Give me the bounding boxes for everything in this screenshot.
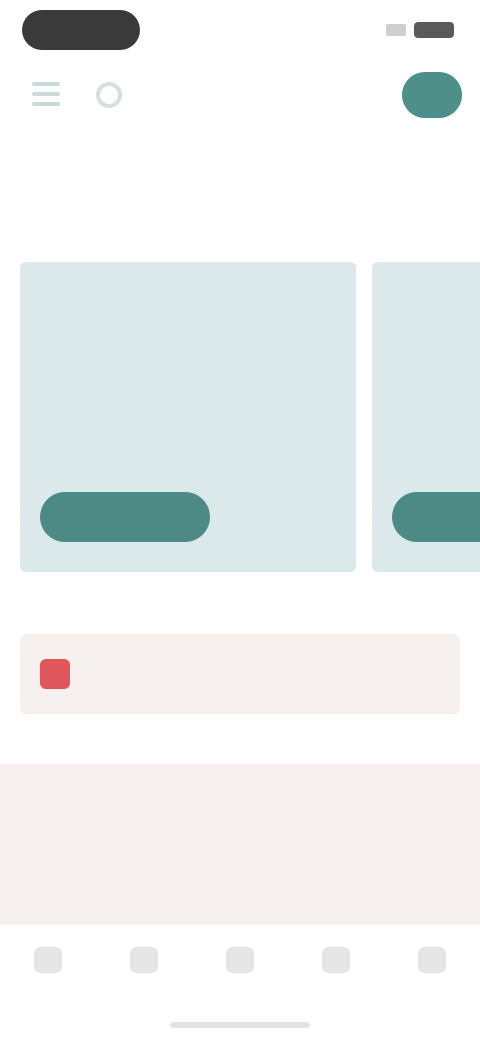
card-cta-button[interactable] [40, 492, 210, 542]
home-icon [34, 947, 62, 973]
app-logo[interactable] [180, 80, 300, 118]
search-icon[interactable] [96, 82, 122, 108]
center-icon [226, 947, 254, 973]
status-icons [386, 22, 454, 38]
feature-card[interactable] [372, 262, 480, 572]
avatar-button[interactable] [402, 72, 462, 118]
feature-card[interactable] [20, 262, 356, 572]
card-carousel[interactable] [0, 262, 480, 582]
status-time [22, 10, 140, 50]
profile-icon [418, 947, 446, 973]
card-cta-button[interactable] [392, 492, 480, 542]
nav-item-profile[interactable] [384, 925, 480, 1040]
alert-row[interactable] [20, 634, 460, 714]
promo-banner[interactable] [0, 764, 480, 924]
alert-icon [40, 659, 70, 689]
browse-icon [130, 947, 158, 973]
battery-icon [414, 22, 454, 38]
app-header [0, 64, 480, 134]
menu-icon[interactable] [32, 82, 60, 108]
saved-icon [322, 947, 350, 973]
signal-icon [386, 24, 406, 36]
status-bar [0, 0, 480, 64]
nav-item-home[interactable] [0, 925, 96, 1040]
home-indicator [170, 1022, 310, 1028]
